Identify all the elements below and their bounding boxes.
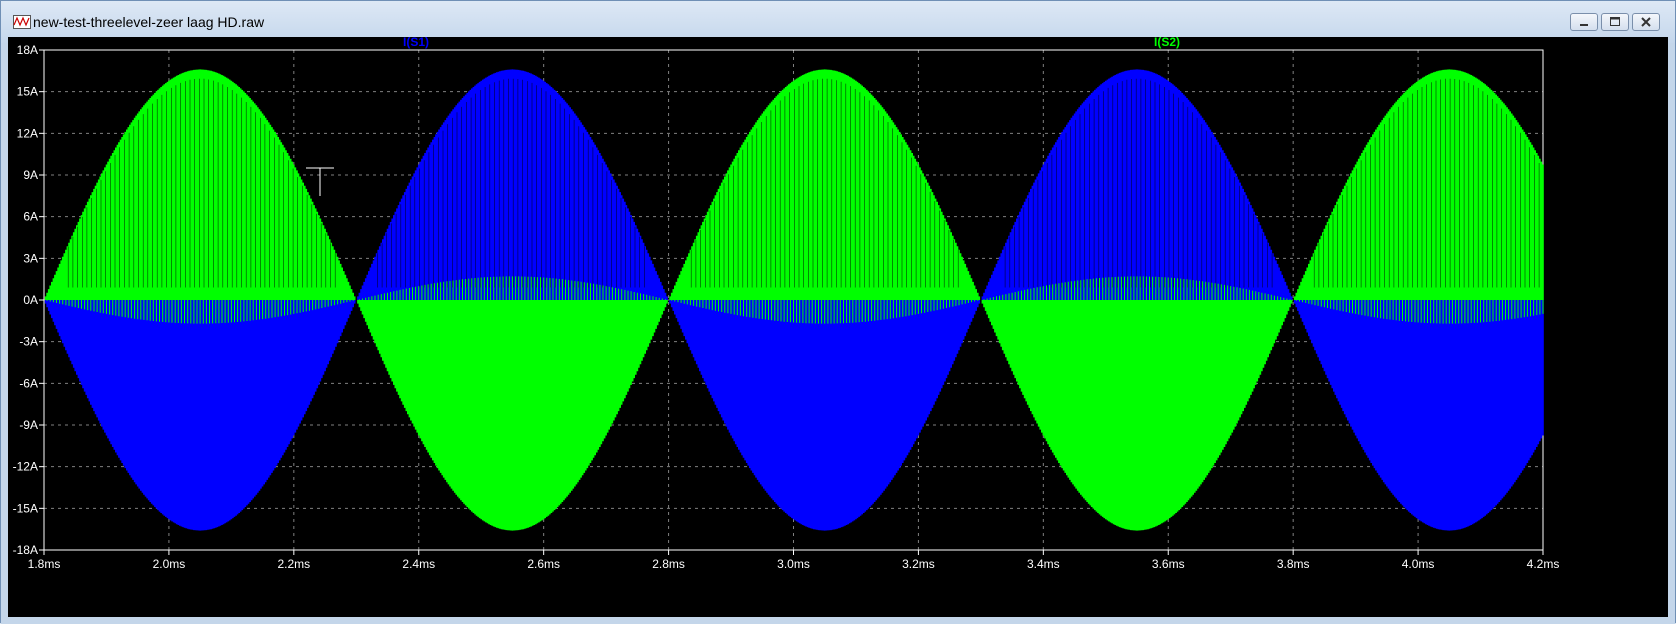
y-tick-label: 12A [17,126,38,140]
close-button[interactable] [1632,13,1660,31]
maximize-button[interactable] [1601,13,1629,31]
plot-pane[interactable]: 1.8ms 2.0ms 2.2ms 2.4ms 2.6ms 2.8ms 3.0ms 3.2ms… [8,37,1668,617]
maximize-icon [1610,17,1620,26]
waveform-app-icon [13,15,31,29]
x-tick-label: 3.8ms [1277,557,1310,571]
y-tick-label: -9A [19,418,38,432]
y-tick-label: 15A [17,85,38,99]
minimize-icon [1580,24,1588,26]
legend-label-s1[interactable]: I(S1) [403,37,429,49]
x-tick-label: 1.8ms [28,557,61,571]
close-icon [1641,17,1651,27]
x-tick-label: 4.0ms [1402,557,1435,571]
x-tick-label: 2.2ms [277,557,310,571]
waveform-plot[interactable]: 1.8ms 2.0ms 2.2ms 2.4ms 2.6ms 2.8ms 3.0ms 3.2ms… [8,37,1668,617]
waveform-window: new-test-threelevel-zeer laag HD.raw 1.8… [0,0,1676,624]
y-tick-label: -6A [19,376,38,390]
x-tick-label: 2.0ms [153,557,186,571]
x-tick-label: 4.2ms [1527,557,1560,571]
x-tick-label: 3.2ms [902,557,935,571]
window-title: new-test-threelevel-zeer laag HD.raw [33,14,265,30]
y-tick-label: 6A [23,210,38,224]
crosshair-cursor-icon [306,167,334,196]
x-tick-label: 2.6ms [527,557,560,571]
y-tick-label: -18A [13,543,38,557]
x-tick-label: 2.4ms [402,557,435,571]
minimize-button[interactable] [1570,13,1598,31]
y-tick-label: 3A [23,251,38,265]
legend-label-s2[interactable]: I(S2) [1154,37,1180,49]
y-tick-label: 0A [23,293,38,307]
y-tick-label: -15A [13,501,38,515]
x-tick-label: 2.8ms [652,557,685,571]
y-tick-label: -3A [19,335,38,349]
x-tick-label: 3.6ms [1152,557,1185,571]
x-tick-label: 3.0ms [777,557,810,571]
y-tick-label: 9A [23,168,38,182]
y-tick-label: 18A [17,43,38,57]
y-tick-label: -12A [13,460,38,474]
x-tick-label: 3.4ms [1027,557,1060,571]
